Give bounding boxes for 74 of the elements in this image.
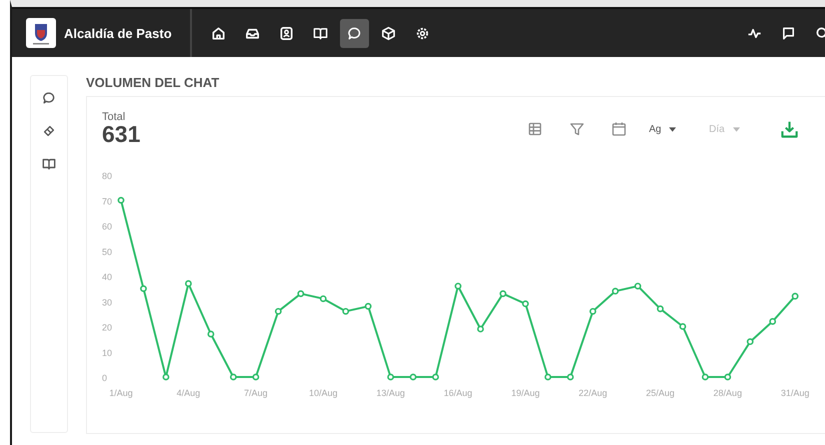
logo-icon: [26, 18, 56, 48]
axis-label: 60: [102, 222, 112, 232]
axis-label: 4/Aug: [176, 388, 200, 398]
axis-label: 30: [102, 297, 112, 308]
calendar-icon: [611, 121, 627, 137]
data-point: [410, 374, 416, 380]
data-point: [432, 374, 439, 380]
data-point: [612, 288, 619, 295]
data-point: [140, 285, 147, 292]
caret-icon: [732, 126, 740, 132]
data-point: [252, 374, 260, 380]
data-point: [364, 302, 372, 310]
caret-icon: [669, 126, 676, 132]
axis-label: 13/Aug: [376, 388, 405, 398]
axis-label: 16/Aug: [444, 388, 472, 398]
total-label: Total: [102, 111, 126, 123]
axis-label: 19/Aug: [511, 388, 540, 398]
axis-label: 10: [102, 348, 112, 358]
data-point: [320, 295, 327, 302]
book-icon: [312, 26, 328, 40]
table-icon: [527, 121, 543, 137]
settings-icon: [414, 26, 430, 40]
data-point: [724, 374, 732, 380]
data-point: [207, 330, 214, 338]
box-icon: [380, 26, 396, 40]
app-title: Alcaldía de Pasto: [64, 26, 172, 40]
section-title: VOLUMEN DEL CHAT: [86, 75, 220, 90]
axis-label: 0: [102, 373, 108, 383]
axis-label: 22/Aug: [578, 388, 608, 398]
axis-label: 70: [102, 196, 112, 206]
axis-label: 28/Aug: [713, 388, 742, 398]
data-point: [185, 280, 192, 287]
message-icon: [781, 26, 796, 40]
axis-label: 31/Aug: [780, 388, 810, 398]
axis-label: 1/Aug: [109, 388, 133, 398]
contact-icon: [278, 26, 294, 40]
filter-icon: [569, 121, 585, 137]
data-point: [589, 308, 596, 315]
data-point: [522, 300, 529, 308]
data-point: [274, 308, 282, 315]
data-point: [567, 374, 574, 380]
data-point: [679, 323, 686, 330]
data-point: [477, 326, 484, 332]
data-point: [297, 290, 304, 298]
ticket-icon: [42, 124, 56, 138]
data-point: [118, 196, 124, 204]
data-point: [162, 374, 170, 380]
data-point: [454, 282, 462, 290]
data-point: [500, 290, 506, 298]
data-point: [769, 318, 776, 325]
data-point: [792, 292, 798, 300]
data-point: [746, 338, 754, 346]
axis-label: 40: [102, 272, 112, 282]
data-point: [702, 374, 709, 380]
axis-label: 50: [102, 246, 112, 257]
axis-label: 25/Aug: [646, 388, 675, 398]
total-value: 631: [102, 123, 140, 146]
data-point: [387, 374, 394, 380]
download-icon: [780, 120, 798, 138]
nav-tab[interactable]: [340, 18, 369, 48]
data-point: [656, 305, 664, 312]
data-point: [342, 308, 350, 315]
data-point: [634, 282, 642, 290]
data-point: [544, 374, 552, 380]
data-point: [230, 374, 237, 380]
axis-label: 7/Aug: [244, 388, 268, 398]
axis-label: 20: [102, 322, 112, 332]
chat-icon: [346, 26, 362, 40]
dropdown[interactable]: Ag: [643, 115, 697, 143]
home-icon: [210, 26, 226, 40]
book-icon: [42, 157, 56, 171]
axis-label: 10/Aug: [308, 388, 338, 398]
chat-icon: [42, 91, 56, 105]
axis-label: 80: [102, 171, 112, 181]
